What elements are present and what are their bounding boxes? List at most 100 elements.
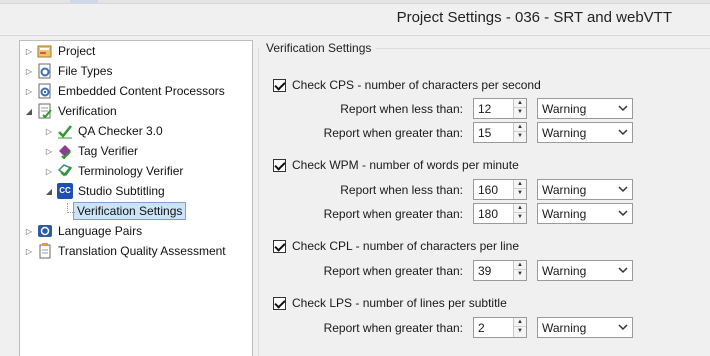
cps-greater-stepper[interactable]: 15 ▲ ▼ (473, 122, 527, 143)
tree-item-label: Studio Subtitling (78, 184, 165, 198)
tree-item-file-types[interactable]: ▷ File Types (24, 61, 112, 81)
cpl-greater-stepper[interactable]: 39 ▲ ▼ (473, 260, 527, 281)
wpm-greater-stepper[interactable]: 180 ▲ ▼ (473, 203, 527, 224)
spin-down-icon[interactable]: ▼ (514, 270, 526, 279)
lps-greater-label: Report when greater than: (323, 321, 463, 335)
collapse-icon[interactable]: ◢ (24, 107, 34, 116)
select-value: Warning (542, 321, 587, 335)
expand-icon[interactable]: ▷ (24, 227, 34, 236)
spin-up-icon[interactable]: ▲ (514, 204, 526, 213)
wpm-less-stepper[interactable]: 160 ▲ ▼ (473, 179, 527, 200)
studio-subtitling-icon: CC (57, 183, 73, 199)
file-types-icon (37, 63, 53, 79)
spin-down-icon[interactable]: ▼ (514, 213, 526, 222)
stepper-buttons: ▲ ▼ (513, 180, 526, 199)
spin-down-icon[interactable]: ▼ (514, 132, 526, 141)
spin-up-icon[interactable]: ▲ (514, 318, 526, 327)
expand-icon[interactable]: ▷ (24, 67, 34, 76)
spin-down-icon[interactable]: ▼ (514, 327, 526, 336)
expand-icon[interactable]: ▷ (24, 47, 34, 56)
tree-item-label: Verification Settings (73, 202, 187, 220)
qa-checker-icon (57, 123, 73, 139)
wpm-greater-label: Report when greater than: (323, 207, 463, 221)
wpm-checkbox[interactable] (273, 158, 286, 172)
tree-connector (67, 212, 75, 213)
lps-greater-stepper[interactable]: 2 ▲ ▼ (473, 317, 527, 338)
stepper-buttons: ▲ ▼ (513, 261, 526, 280)
stepper-value: 15 (478, 126, 492, 140)
expand-icon[interactable]: ▷ (24, 87, 34, 96)
cpl-greater-level-select[interactable]: Warning (537, 260, 633, 281)
expand-icon[interactable]: ▷ (44, 167, 54, 176)
select-value: Warning (542, 264, 587, 278)
stepper-buttons: ▲ ▼ (513, 123, 526, 142)
top-strip (0, 0, 710, 4)
cpl-greater-label: Report when greater than: (323, 264, 463, 278)
tree-item-verification-settings[interactable]: Verification Settings (73, 201, 187, 221)
chevron-down-icon (618, 129, 628, 136)
expand-icon[interactable]: ▷ (44, 147, 54, 156)
wpm-less-level-select[interactable]: Warning (537, 179, 633, 200)
tree-item-language-pairs[interactable]: ▷ Language Pairs (24, 221, 142, 241)
cps-less-stepper[interactable]: 12 ▲ ▼ (473, 98, 527, 119)
lps-greater-level-select[interactable]: Warning (537, 317, 633, 338)
tqa-icon (37, 243, 53, 259)
tree-item-terminology-verifier[interactable]: ▷ Terminology Verifier (44, 161, 183, 181)
stepper-buttons: ▲ ▼ (513, 99, 526, 118)
tree-item-verification[interactable]: ◢ Verification (24, 101, 117, 121)
cps-greater-level-select[interactable]: Warning (537, 122, 633, 143)
cps-checkbox[interactable] (273, 78, 286, 92)
chevron-down-icon (618, 105, 628, 112)
stepper-value: 39 (478, 264, 492, 278)
cpl-checkbox[interactable] (273, 239, 286, 253)
spin-down-icon[interactable]: ▼ (514, 108, 526, 117)
window-title: Project Settings - 036 - SRT and webVTT (396, 9, 672, 26)
cpl-check-label: Check CPL - number of characters per lin… (292, 239, 519, 253)
spin-up-icon[interactable]: ▲ (514, 180, 526, 189)
verification-icon (37, 103, 53, 119)
tree-item-studio-subtitling[interactable]: ◢ CC Studio Subtitling (44, 181, 165, 201)
cpl-check-row[interactable]: Check CPL - number of characters per lin… (273, 237, 519, 255)
project-icon (37, 43, 53, 59)
lps-check-row[interactable]: Check LPS - number of lines per subtitle (273, 294, 507, 312)
spin-up-icon[interactable]: ▲ (514, 261, 526, 270)
group-title: Verification Settings (266, 41, 372, 55)
spin-down-icon[interactable]: ▼ (514, 189, 526, 198)
chevron-down-icon (618, 267, 628, 274)
tree-item-label: Tag Verifier (78, 144, 139, 158)
tree-item-label: Language Pairs (58, 224, 143, 238)
select-value: Warning (542, 207, 587, 221)
stepper-buttons: ▲ ▼ (513, 318, 526, 337)
top-strip-tab (70, 0, 98, 4)
lps-checkbox[interactable] (273, 296, 286, 310)
wpm-less-label: Report when less than: (340, 183, 463, 197)
expand-icon[interactable]: ▷ (44, 127, 54, 136)
spin-up-icon[interactable]: ▲ (514, 99, 526, 108)
chevron-down-icon (618, 324, 628, 331)
tree-item-label: Verification (58, 104, 117, 118)
tree-item-tag-verifier[interactable]: ▷ Tag Verifier (44, 141, 138, 161)
tree-item-embedded-content-processors[interactable]: ▷ Embedded Content Processors (24, 81, 225, 101)
wpm-greater-level-select[interactable]: Warning (537, 203, 633, 224)
cps-less-label: Report when less than: (340, 102, 463, 116)
tree-item-label: Embedded Content Processors (58, 84, 225, 98)
select-value: Warning (542, 183, 587, 197)
select-value: Warning (542, 126, 587, 140)
select-value: Warning (542, 102, 587, 116)
stepper-value: 160 (478, 183, 499, 197)
cps-check-row[interactable]: Check CPS - number of characters per sec… (273, 76, 541, 94)
expand-icon[interactable]: ▷ (24, 247, 34, 256)
tree-item-label: Translation Quality Assessment (58, 244, 226, 258)
subtitle-badge-text: CC (59, 186, 71, 195)
collapse-icon[interactable]: ◢ (44, 187, 54, 196)
settings-tree[interactable]: ▷ Project ▷ File Types ▷ Embedded Conten… (19, 40, 253, 356)
spin-up-icon[interactable]: ▲ (514, 123, 526, 132)
cps-less-level-select[interactable]: Warning (537, 98, 633, 119)
tree-item-translation-quality-assessment[interactable]: ▷ Translation Quality Assessment (24, 241, 226, 261)
wpm-check-row[interactable]: Check WPM - number of words per minute (273, 156, 519, 174)
wpm-check-label: Check WPM - number of words per minute (292, 158, 519, 172)
tree-item-qa-checker[interactable]: ▷ QA Checker 3.0 (44, 121, 163, 141)
tree-item-project[interactable]: ▷ Project (24, 41, 95, 61)
chevron-down-icon (618, 186, 628, 193)
title-divider (0, 35, 710, 36)
